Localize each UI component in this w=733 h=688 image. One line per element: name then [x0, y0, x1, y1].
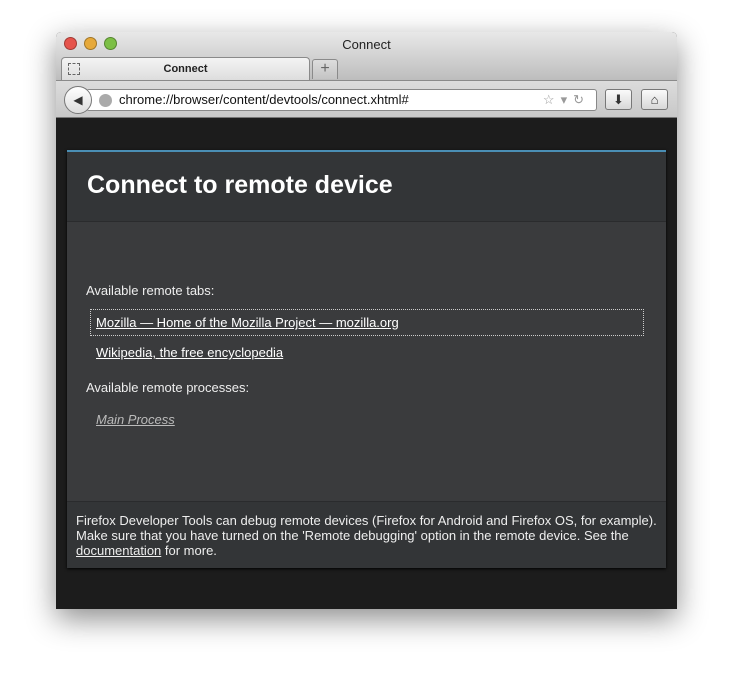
url-bar[interactable]: chrome://browser/content/devtools/connec…	[86, 89, 597, 111]
reload-icon[interactable]: ↻	[573, 92, 590, 107]
footer-text: Firefox Developer Tools can debug remote…	[76, 513, 657, 543]
tab-connect[interactable]: Connect	[61, 57, 310, 81]
url-text: chrome://browser/content/devtools/connec…	[119, 92, 409, 107]
new-tab-button[interactable]: +	[312, 59, 338, 79]
tab-favicon-icon	[68, 63, 80, 75]
dropdown-icon[interactable]: ▾	[561, 92, 574, 107]
title-bar: Connect Connect +	[56, 32, 677, 81]
tab-label: Connect	[163, 63, 208, 75]
remote-tab-link[interactable]: Wikipedia, the free encyclopedia	[91, 340, 288, 365]
remote-tabs-label: Available remote tabs:	[86, 283, 215, 298]
remote-process-link[interactable]: Main Process	[91, 407, 180, 432]
browser-window: Connect Connect + ◀ chrome://browser/con…	[56, 32, 677, 609]
footer-help: Firefox Developer Tools can debug remote…	[67, 501, 666, 568]
nav-bar: ◀ chrome://browser/content/devtools/conn…	[56, 80, 677, 118]
download-icon: ⬇	[613, 92, 624, 107]
window-title: Connect	[342, 37, 391, 52]
documentation-link[interactable]: documentation	[76, 543, 161, 558]
connect-panel: Connect to remote device Available remot…	[67, 150, 666, 568]
home-icon: ⌂	[650, 92, 659, 107]
page-title: Connect to remote device	[67, 152, 666, 222]
back-icon: ◀	[73, 93, 83, 107]
globe-icon	[99, 94, 112, 107]
footer-text-end: for more.	[161, 543, 217, 558]
download-button[interactable]: ⬇	[605, 89, 632, 110]
remote-processes-label: Available remote processes:	[86, 380, 250, 395]
back-button[interactable]: ◀	[64, 86, 92, 114]
remote-tab-link[interactable]: Mozilla — Home of the Mozilla Project — …	[90, 309, 644, 336]
home-button[interactable]: ⌂	[641, 89, 668, 110]
star-icon[interactable]: ☆	[543, 92, 561, 107]
